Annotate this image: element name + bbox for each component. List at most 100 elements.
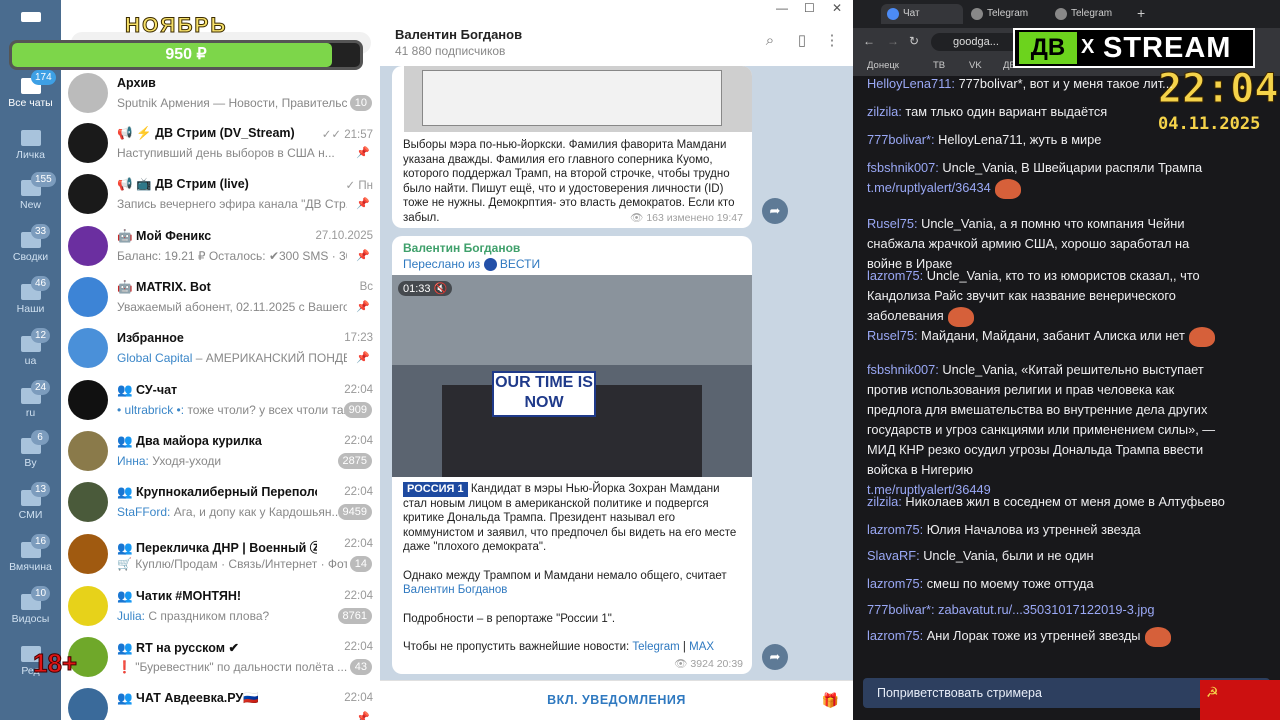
ballot-image[interactable] [404,66,752,132]
bookmark-tv[interactable]: ТВ [933,60,945,71]
chat-username[interactable]: lazrom75: [867,576,923,591]
more-icon[interactable]: ⋮ [823,32,841,50]
notifications-bar[interactable]: ВКЛ. УВЕДОМЛЕНИЯ 🎁 [380,680,853,720]
chat-time: 22:04 [344,538,373,550]
gift-icon[interactable]: 🎁 [822,692,839,709]
video-player[interactable]: 01:33 🔇 OUR TIME IS NOW [392,275,752,478]
chat-row[interactable]: 👥 Чатик #МОНТЯН! 22:04 Julia: С праздником… [61,583,380,634]
chat-row[interactable]: 🤖 Мой Феникс 27.10.2025 Баланс: 19.21 ₽ О… [61,223,380,274]
chat-link[interactable]: zabavatut.ru/...35031017122019-3.jpg [938,602,1154,617]
max-link[interactable]: MAX [689,641,714,653]
chat-message: fsbshnik007: Uncle_Vania, «Китай решител… [867,360,1227,500]
folder-new[interactable]: 155 New [0,172,61,224]
chat-text: 777bolivar*, вот и у меня такое лит... [958,76,1173,91]
chat-username[interactable]: SlavaRF: [867,548,920,563]
chat-username[interactable]: Rusel75: [867,216,918,231]
folder-all-chats[interactable]: 174 Все чаты [0,70,61,122]
window-controls: — ☐ ✕ [380,0,853,18]
sidebar-toggle-icon[interactable]: ▯ [793,32,811,50]
emote-icon [1144,626,1171,647]
menu-button[interactable] [0,8,61,30]
rossiya1-tag: РОССИЯ 1 [403,482,468,497]
banner-text: OUR TIME IS NOW [492,371,596,418]
chat-row[interactable]: 👥 СУ-чат 22:04 • ultrabrick •: тоже чтоли?… [61,377,380,428]
chat-username[interactable]: lazrom75: [867,522,923,537]
chat-row[interactable]: 👥 Перекличка ДНР | Военный Ⓩ Доне... 22:0… [61,531,380,582]
folder-smi[interactable]: 13 СМИ [0,482,61,534]
chat-row[interactable]: Архив Sputnik Армения — Новости, Правите… [61,70,380,121]
author-link[interactable]: Валентин Богданов [403,584,507,596]
pin-icon: 📌 [356,198,370,210]
enable-notifications-button[interactable]: ВКЛ. УВЕДОМЛЕНИЯ [380,693,853,707]
chat-sender: StaFFord: [117,505,171,519]
chat-name: 👥 Крупнокалиберный Переполох Чат [117,485,317,499]
chat-row[interactable]: 👥 Крупнокалиберный Переполох Чат 22:04 Sta… [61,479,380,530]
chat-username[interactable]: zilzila: [867,104,902,119]
chat-row[interactable]: Избранное 17:23 Global Capital – АМЕРИКАНС… [61,325,380,376]
folder-lichka[interactable]: Личка [0,122,61,174]
reload-icon[interactable]: ↻ [909,34,919,48]
pin-icon: 📌 [356,250,370,262]
chat-avatar [68,688,108,720]
chat-row[interactable]: 🤖 MATRIX. Bot Вс Уважаемый абонент, 02.11… [61,274,380,325]
chat-username[interactable]: 777bolivar*: [867,602,935,617]
chat-username[interactable]: zilzila: [867,494,902,509]
chat-sender: Global Capital [117,351,193,365]
tab-telegram[interactable]: Telegram [965,4,1047,24]
post-paragraph-2: Однако между Трампом и Мамдани немало об… [403,569,727,582]
promo-month-label: НОЯБРЬ [125,14,228,38]
chat-username[interactable]: fsbshnik007: [867,160,939,175]
chat-username[interactable]: Rusel75: [867,328,918,343]
tab-telegram-2[interactable]: Telegram [1049,4,1131,24]
chat-message: zilzila: там тлько один вариант выдаётся [867,102,1227,122]
muted-icon[interactable]: 🔇 [434,283,448,295]
forwarded-source[interactable]: ВЕСТИ [500,257,540,271]
new-tab-icon[interactable]: + [1137,5,1145,21]
chat-preview: Julia: С праздником плова? [117,609,347,623]
chat-preview-text: 🛒 Куплю/Продам · Связь/Интернет · Фотогр… [117,557,347,571]
chat-username[interactable]: 777bolivar*: [867,132,935,147]
chat-username[interactable]: lazrom75: [867,268,923,283]
chat-preview-text: тоже чтоли? у всех чтоли так? [187,403,347,417]
google-icon [887,8,899,20]
chat-username[interactable]: fsbshnik007: [867,362,939,377]
folder-videos[interactable]: 10 Видосы [0,586,61,638]
chat-row[interactable]: 👥 Два майора курилка 22:04 Инна: Уходя-ухо… [61,428,380,479]
chat-username[interactable]: lazrom75: [867,628,923,643]
share-button[interactable]: ➦ [762,644,788,670]
close-icon[interactable]: ✕ [832,1,842,15]
channel-header[interactable]: Валентин Богданов 41 880 подписчиков ⌕ ▯… [380,18,853,66]
donation-progress-bar: 950 ₽ [9,40,363,70]
share-button[interactable]: ➦ [762,198,788,224]
folder-by[interactable]: 6 By [0,430,61,482]
bookmark-donetsk[interactable]: Донецк [867,60,899,71]
chat-username[interactable]: HelloyLena711: [867,76,955,91]
chat-row[interactable]: 👥 ЧАТ Авдеевка.РУ🇷🇺 22:04 📌 [61,685,380,720]
soviet-flag-image: ☭ [1200,680,1280,720]
back-icon[interactable]: ← [863,34,875,48]
forward-icon[interactable]: → [887,34,899,48]
folder-label: Видосы [11,613,50,625]
search-icon[interactable]: ⌕ [761,32,779,50]
chat-message: HelloyLena711: 777bolivar*, вот и у меня… [867,74,1227,94]
folder-icon [20,130,41,146]
tab-chat[interactable]: Чат [881,4,963,24]
maximize-icon[interactable]: ☐ [804,1,815,15]
folder-ru[interactable]: 24 ru [0,380,61,432]
folder-nashi[interactable]: 46 Наши [0,276,61,328]
telegram-link[interactable]: Telegram [632,641,679,653]
hamburger-icon [20,12,41,22]
unread-badge: 909 [343,402,372,418]
bookmark-vk[interactable]: VK [969,60,982,71]
chat-link[interactable]: t.me/ruptlyalert/36434 [867,180,991,195]
chat-row[interactable]: 📢 📺 ДВ Стрим (live) ✓ Пн Запись вечернего… [61,171,380,222]
folder-vmyachina[interactable]: 16 Вмячина [0,534,61,586]
folder-ua[interactable]: 12 ua [0,328,61,380]
channel-pane: — ☐ ✕ Валентин Богданов 41 880 подписчик… [380,0,853,720]
chat-row[interactable]: 📢 ⚡ ДВ Стрим (DV_Stream) ✓✓ 21:57 Наступи… [61,120,380,171]
folder-label: ru [25,407,36,419]
chat-name: 📢 📺 ДВ Стрим (live) [117,177,249,191]
minimize-icon[interactable]: — [776,1,788,15]
chat-row[interactable]: 👥 RT на русском ✔ 22:04 ❗ "Буревестник" п… [61,634,380,685]
folder-svodki[interactable]: 33 Сводки [0,224,61,276]
